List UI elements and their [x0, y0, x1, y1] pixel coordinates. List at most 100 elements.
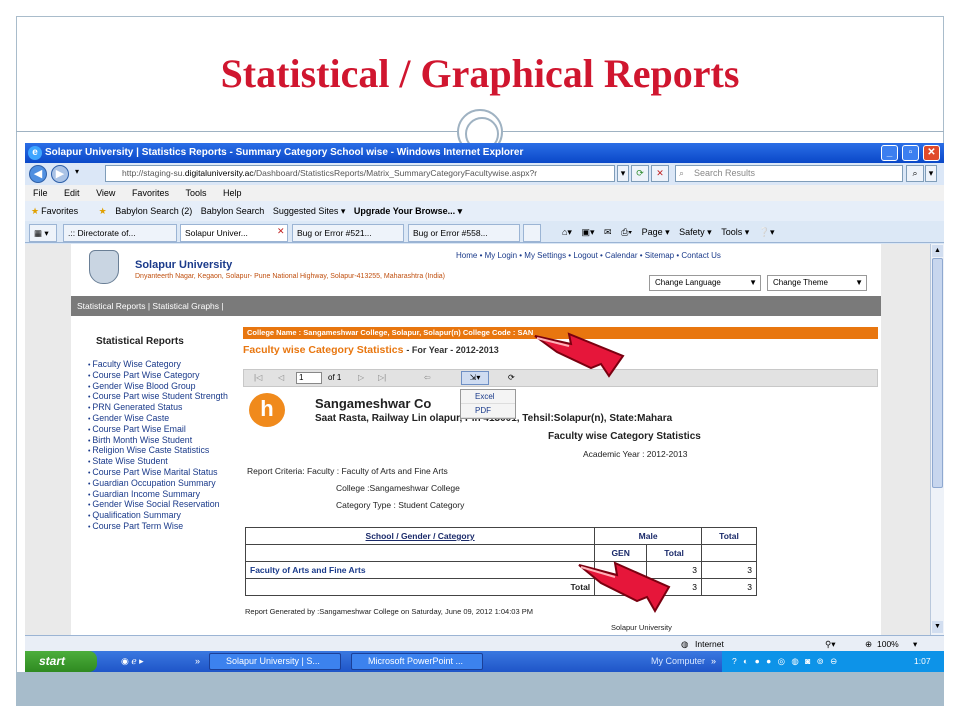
menu-favorites[interactable]: Favorites: [132, 188, 169, 198]
command-bar: ⌂▾ ▣▾ ✉ ⎙▾ Page ▾ Safety ▾ Tools ▾ ❔▾: [555, 224, 775, 240]
report-academic-year: Academic Year : 2012-2013: [583, 449, 688, 459]
tab-bug-558[interactable]: Bug or Error #558...: [408, 224, 520, 242]
tab-bug-521-label: Bug or Error #521...: [297, 228, 372, 238]
scroll-up-icon[interactable]: ▲: [932, 245, 943, 257]
quick-launch-more-icon[interactable]: »: [195, 651, 200, 672]
report-footer-university: Solapur University: [611, 623, 672, 632]
stop-icon[interactable]: ✕: [651, 165, 669, 182]
tab-bug-521[interactable]: Bug or Error #521...: [292, 224, 404, 242]
forward-button[interactable]: ▶: [51, 165, 69, 183]
history-dropdown-icon[interactable]: ▾: [75, 167, 79, 176]
search-icon[interactable]: ⌕: [906, 165, 924, 182]
change-theme-select[interactable]: Change Theme ▼: [767, 275, 867, 291]
search-input[interactable]: ⌕ Search Results: [675, 165, 903, 182]
row-faculty-total: 3: [701, 561, 757, 579]
favorites-bar: ★ Favorites ★ Babylon Search (2) Babylon …: [25, 201, 944, 221]
address-bar[interactable]: http://staging-su.digitaluniversity.ac/D…: [105, 165, 615, 182]
fav-suggested-sites[interactable]: Suggested Sites ▾: [273, 206, 346, 216]
first-page-icon[interactable]: |◁: [254, 370, 262, 386]
address-dropdown-icon[interactable]: ▾: [617, 165, 629, 182]
task-ie-solapur[interactable]: Solapur University | S...: [209, 653, 341, 670]
menu-tools[interactable]: Tools: [185, 188, 206, 198]
row-faculty-label[interactable]: Faculty of Arts and Fine Arts: [244, 561, 596, 579]
clock: 1:07 PM: [914, 656, 931, 666]
scroll-thumb[interactable]: [932, 258, 943, 488]
zoom-icon[interactable]: ⊕: [865, 636, 872, 652]
report-body: h Sangameshwar Co Saat Rasta, Railway Li…: [243, 387, 878, 635]
sidebar-item-course-part-email[interactable]: Course Part Wise Email: [88, 424, 236, 436]
protected-mode-icon[interactable]: ⚲▾: [825, 636, 836, 652]
report-criteria-college: College :Sangameshwar College: [336, 483, 460, 493]
col-header-category: School / Gender / Category: [244, 527, 596, 545]
tab-solapur-university[interactable]: Solapur Univer...: [180, 224, 288, 242]
sidebar-item-guardian-occupation[interactable]: Guardian Occupation Summary: [88, 478, 236, 490]
help-icon[interactable]: ❔▾: [759, 227, 775, 237]
feeds-icon[interactable]: ▣▾: [581, 227, 594, 237]
new-tab-button[interactable]: [523, 224, 541, 242]
tray-icons[interactable]: ? ◐ ● ● ◎ ◍ ◙ ⊚ ⊖: [732, 651, 839, 672]
tab-directorate[interactable]: .:: Directorate of...: [63, 224, 177, 242]
task-powerpoint[interactable]: Microsoft PowerPoint ...: [351, 653, 483, 670]
add-favorite-icon[interactable]: ★: [99, 206, 107, 216]
college-logo: h: [249, 393, 285, 427]
report-heading: Faculty wise Category Statistics - For Y…: [243, 344, 499, 356]
tab-close-icon[interactable]: ✕: [277, 226, 285, 237]
maximize-button[interactable]: ▫: [902, 145, 919, 161]
chevron-down-icon: ▼: [855, 278, 863, 287]
fav-upgrade-browser[interactable]: Upgrade Your Browse... ▾: [354, 206, 462, 216]
page-viewport: Solapur University Dnyanteerth Nagar, Ke…: [25, 244, 930, 635]
zoom-level[interactable]: 100%: [877, 636, 899, 652]
fav-babylon-search[interactable]: Babylon Search: [201, 206, 265, 216]
start-button[interactable]: start: [25, 651, 97, 672]
last-page-icon[interactable]: ▷|: [378, 370, 386, 386]
safety-menu[interactable]: Safety ▾: [679, 227, 712, 237]
ie-logo-icon: e: [28, 146, 42, 160]
fav-babylon-search-2[interactable]: Babylon Search (2): [115, 206, 192, 216]
col-header-total: Total: [701, 527, 757, 545]
back-to-parent-icon[interactable]: ⇦: [424, 370, 431, 386]
menu-help[interactable]: Help: [223, 188, 242, 198]
vertical-scrollbar[interactable]: ▲ ▼: [930, 244, 944, 635]
tools-menu[interactable]: Tools ▾: [721, 227, 749, 237]
export-button[interactable]: ⇲▾: [461, 371, 489, 385]
refresh-icon[interactable]: ⟳: [631, 165, 649, 182]
quick-launch-icons[interactable]: ◉ ℯ ▸: [121, 651, 144, 672]
print-icon[interactable]: ⎙▾: [621, 227, 632, 237]
menu-file[interactable]: File: [33, 188, 48, 198]
search-placeholder: Search Results: [694, 168, 756, 178]
menu-edit[interactable]: Edit: [64, 188, 80, 198]
quick-tabs-icon[interactable]: ▦ ▾: [29, 224, 57, 242]
scroll-down-icon[interactable]: ▼: [932, 621, 943, 633]
my-computer-label[interactable]: My Computer: [651, 651, 705, 672]
export-pdf[interactable]: PDF: [461, 404, 515, 418]
prev-page-icon[interactable]: ◁: [278, 370, 284, 386]
export-excel[interactable]: Excel: [461, 390, 515, 404]
site-nav-bar[interactable]: Statistical Reports | Statistical Graphs…: [71, 296, 881, 316]
close-button[interactable]: ✕: [923, 145, 940, 161]
toolbar-more-icon[interactable]: »: [711, 651, 716, 672]
zoom-dropdown-icon[interactable]: ▾: [913, 636, 917, 652]
favorites-button[interactable]: Favorites: [41, 206, 78, 216]
refresh-report-icon[interactable]: ⟳: [508, 370, 515, 386]
page-number-input[interactable]: 1: [296, 372, 322, 384]
export-icon: ⇲▾: [469, 373, 481, 382]
sidebar-item-course-part-term[interactable]: Course Part Term Wise: [88, 521, 236, 533]
minimize-button[interactable]: _: [881, 145, 898, 161]
taskbar: start ◉ ℯ ▸ » Solapur University | S... …: [25, 651, 944, 672]
change-theme-label: Change Theme: [773, 278, 828, 287]
security-zone: Internet: [695, 639, 724, 649]
table-total-row: Total 3 3: [244, 578, 757, 596]
sidebar: Statistical Reports Faculty Wise Categor…: [71, 316, 237, 635]
chevron-down-icon: ▼: [749, 278, 757, 287]
menu-view[interactable]: View: [96, 188, 115, 198]
next-page-icon[interactable]: ▷: [358, 370, 364, 386]
sidebar-item-course-part-wise-category[interactable]: Course Part Wise Category: [88, 370, 236, 382]
top-nav-links[interactable]: Home • My Login • My Settings • Logout •…: [456, 251, 721, 260]
home-icon[interactable]: ⌂▾: [562, 227, 572, 237]
change-language-select[interactable]: Change Language ▼: [649, 275, 761, 291]
mail-icon[interactable]: ✉: [604, 227, 612, 237]
page-menu[interactable]: Page ▾: [642, 227, 670, 237]
back-button[interactable]: ◀: [29, 165, 47, 183]
search-options-icon[interactable]: ▾: [925, 165, 937, 182]
table-subheader-row: GEN Total: [244, 544, 757, 562]
